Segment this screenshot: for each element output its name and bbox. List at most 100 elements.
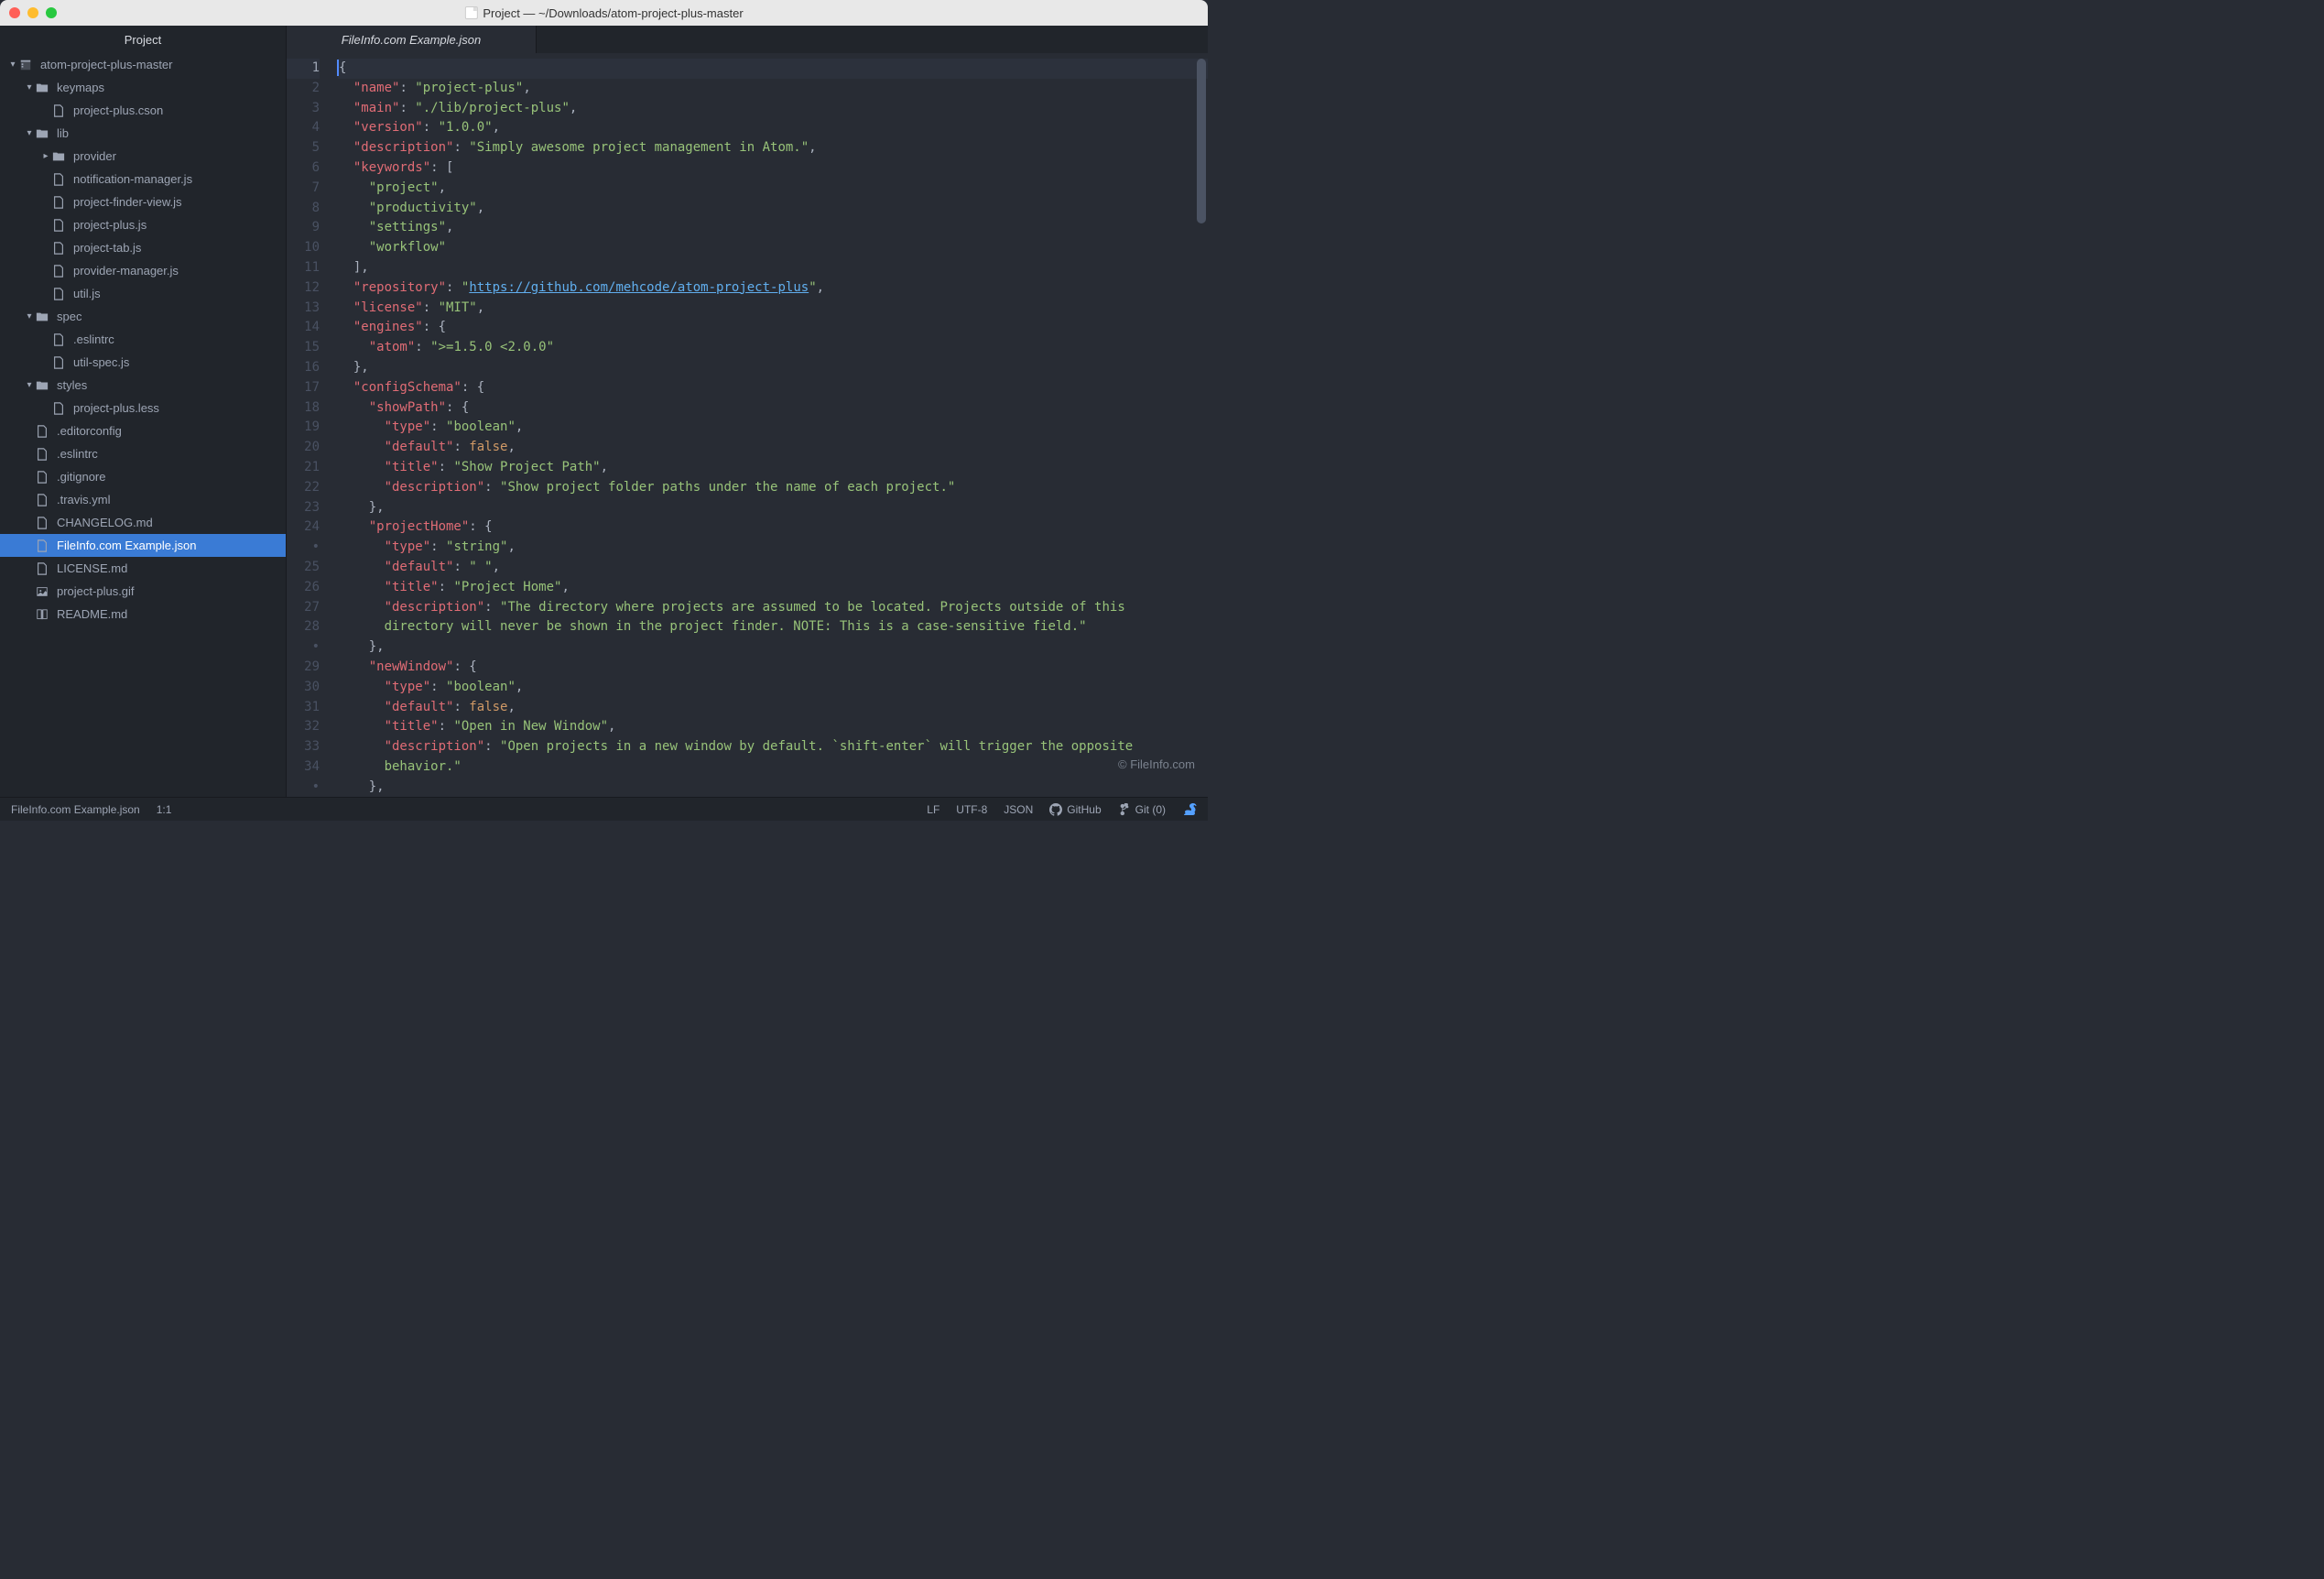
code-line[interactable]: {	[338, 59, 1208, 79]
code-line[interactable]: ],	[338, 258, 1208, 278]
tree-folder[interactable]: ▾atom-project-plus-master	[0, 53, 286, 76]
line-number[interactable]: 23	[287, 498, 320, 518]
code-line[interactable]: "type": "boolean",	[338, 418, 1208, 438]
tree-file[interactable]: .gitignore	[0, 465, 286, 488]
line-number[interactable]: 30	[287, 678, 320, 698]
code-line[interactable]: "settings",	[338, 218, 1208, 238]
tree-file[interactable]: util.js	[0, 282, 286, 305]
tree-file[interactable]: project-finder-view.js	[0, 191, 286, 213]
line-number[interactable]: 8	[287, 199, 320, 219]
code-line[interactable]: "title": "Open in New Window",	[338, 717, 1208, 737]
code-line[interactable]: "description": "The directory where proj…	[338, 598, 1208, 618]
tree-folder[interactable]: ▾lib	[0, 122, 286, 145]
tree-folder[interactable]: ▸provider	[0, 145, 286, 168]
tree-folder[interactable]: ▾spec	[0, 305, 286, 328]
chevron-down-icon[interactable]: ▾	[24, 82, 35, 93]
line-number[interactable]: 11	[287, 258, 320, 278]
tree-file[interactable]: project-plus.less	[0, 397, 286, 419]
line-number[interactable]: 31	[287, 698, 320, 718]
line-number[interactable]: 34	[287, 757, 320, 778]
tree-file[interactable]: .eslintrc	[0, 442, 286, 465]
code-line[interactable]: "main": "./lib/project-plus",	[338, 99, 1208, 119]
status-github[interactable]: GitHub	[1049, 803, 1101, 816]
file-tree[interactable]: ▾atom-project-plus-master▾keymapsproject…	[0, 53, 287, 797]
status-encoding[interactable]: UTF-8	[956, 803, 987, 816]
tree-file[interactable]: project-tab.js	[0, 236, 286, 259]
code-line[interactable]: "productivity",	[338, 199, 1208, 219]
code-line[interactable]: "description": "Simply awesome project m…	[338, 138, 1208, 158]
tree-file[interactable]: .eslintrc	[0, 328, 286, 351]
code-line[interactable]: directory will never be shown in the pro…	[338, 617, 1208, 637]
code-line[interactable]: "description": "Open projects in a new w…	[338, 737, 1208, 757]
code-line[interactable]: "title": "Project Home",	[338, 578, 1208, 598]
code-line[interactable]: "type": "string",	[338, 538, 1208, 558]
line-number[interactable]: 3	[287, 99, 320, 119]
tree-file[interactable]: CHANGELOG.md	[0, 511, 286, 534]
line-number[interactable]: 12	[287, 278, 320, 299]
line-number[interactable]: 18	[287, 398, 320, 419]
line-number[interactable]: 16	[287, 358, 320, 378]
code-line[interactable]: "version": "1.0.0",	[338, 118, 1208, 138]
panel-tab-project[interactable]: Project	[0, 26, 287, 53]
line-number[interactable]: 27	[287, 598, 320, 618]
chevron-down-icon[interactable]: ▾	[24, 128, 35, 138]
scrollbar[interactable]	[1197, 59, 1206, 791]
chevron-right-icon[interactable]: ▸	[40, 151, 51, 161]
tree-folder[interactable]: ▾styles	[0, 374, 286, 397]
tree-file[interactable]: project-plus.cson	[0, 99, 286, 122]
status-line-ending[interactable]: LF	[927, 803, 939, 816]
line-number[interactable]: 25	[287, 558, 320, 578]
code-line[interactable]: "default": " ",	[338, 558, 1208, 578]
editor-tab[interactable]: FileInfo.com Example.json	[287, 26, 537, 53]
line-number[interactable]: 5	[287, 138, 320, 158]
line-number[interactable]: •	[287, 538, 320, 558]
status-filename[interactable]: FileInfo.com Example.json	[11, 803, 140, 816]
code-line[interactable]: "title": "Show Project Path",	[338, 458, 1208, 478]
line-number[interactable]: 19	[287, 418, 320, 438]
line-number[interactable]: 4	[287, 118, 320, 138]
minimize-window-button[interactable]	[27, 7, 38, 18]
tree-file[interactable]: LICENSE.md	[0, 557, 286, 580]
code-line[interactable]: },	[338, 778, 1208, 797]
code-line[interactable]: "showPath": {	[338, 398, 1208, 419]
tree-file[interactable]: README.md	[0, 603, 286, 626]
line-number[interactable]: 2	[287, 79, 320, 99]
chevron-down-icon[interactable]: ▾	[24, 380, 35, 390]
tree-folder[interactable]: ▾keymaps	[0, 76, 286, 99]
tree-file[interactable]: notification-manager.js	[0, 168, 286, 191]
line-number[interactable]: 10	[287, 238, 320, 258]
status-extra-icon[interactable]	[1182, 802, 1197, 817]
chevron-down-icon[interactable]: ▾	[7, 60, 18, 70]
line-number[interactable]: •	[287, 778, 320, 797]
code-line[interactable]: "license": "MIT",	[338, 299, 1208, 319]
line-number[interactable]: 32	[287, 717, 320, 737]
close-window-button[interactable]	[9, 7, 20, 18]
line-number[interactable]: 29	[287, 658, 320, 678]
code-line[interactable]: "newWindow": {	[338, 658, 1208, 678]
line-number[interactable]: 33	[287, 737, 320, 757]
code-line[interactable]: "atom": ">=1.5.0 <2.0.0"	[338, 338, 1208, 358]
status-git[interactable]: Git (0)	[1118, 803, 1166, 816]
code-line[interactable]: "type": "boolean",	[338, 678, 1208, 698]
code-line[interactable]: },	[338, 498, 1208, 518]
line-number[interactable]: 15	[287, 338, 320, 358]
code-line[interactable]: "default": false,	[338, 438, 1208, 458]
code-line[interactable]: "configSchema": {	[338, 378, 1208, 398]
line-number[interactable]: •	[287, 637, 320, 658]
line-number[interactable]: 21	[287, 458, 320, 478]
line-number[interactable]: 6	[287, 158, 320, 179]
tree-file[interactable]: .editorconfig	[0, 419, 286, 442]
code-line[interactable]: "name": "project-plus",	[338, 79, 1208, 99]
code-line[interactable]: },	[338, 637, 1208, 658]
line-number[interactable]: 9	[287, 218, 320, 238]
code-line[interactable]: "projectHome": {	[338, 517, 1208, 538]
tree-file[interactable]: .travis.yml	[0, 488, 286, 511]
tree-file[interactable]: provider-manager.js	[0, 259, 286, 282]
line-number[interactable]: 17	[287, 378, 320, 398]
line-number[interactable]: 22	[287, 478, 320, 498]
line-number[interactable]: 7	[287, 179, 320, 199]
editor-pane[interactable]: 123456789101112131415161718192021222324•…	[287, 53, 1208, 797]
tree-file[interactable]: FileInfo.com Example.json	[0, 534, 286, 557]
tree-file[interactable]: util-spec.js	[0, 351, 286, 374]
code-line[interactable]: "workflow"	[338, 238, 1208, 258]
